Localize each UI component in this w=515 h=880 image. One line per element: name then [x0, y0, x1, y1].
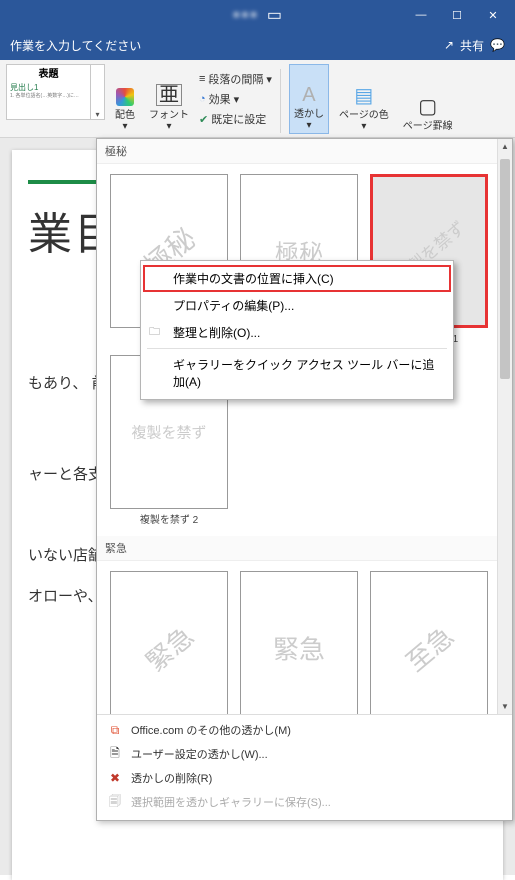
remove-watermark-icon: ✖ — [107, 770, 123, 786]
folder-icon: 🗀 — [149, 323, 165, 339]
tell-me-bar: 作業を入力してください ↗ 共有 💬 — [0, 30, 515, 60]
ctx-insert-label: 作業中の文書の位置に挿入(C) — [173, 272, 334, 286]
colors-button[interactable]: 配色 ▾ — [111, 64, 139, 134]
ctx-add-qat-label: ギャラリーをクイック アクセス ツール バーに追加(A) — [173, 358, 434, 389]
share-icon[interactable]: ↗ — [444, 38, 454, 52]
style-title: 表題 — [10, 68, 87, 82]
comments-icon[interactable]: 💬 — [490, 38, 505, 52]
wm-text: 複製を禁ず — [131, 422, 206, 443]
watermark-item[interactable]: 緊急 緊急 1 — [109, 571, 229, 714]
save-selection-button: 🗐 選択範囲を透かしギャラリーに保存(S)... — [97, 790, 512, 814]
ctx-separator — [147, 348, 447, 349]
wm-text: 緊急 — [273, 630, 325, 667]
ctx-insert-at-position[interactable]: 作業中の文書の位置に挿入(C) — [143, 265, 451, 292]
chevron-down-icon: ▾ — [234, 93, 240, 106]
more-from-office-button[interactable]: ⧉ Office.com のその他の透かし(M) — [97, 718, 512, 742]
paragraph-spacing-icon: ≡ — [199, 73, 205, 85]
page-color-button[interactable]: ▤ ページの色 ▾ — [335, 64, 393, 134]
page-borders-icon: ▢ — [418, 97, 437, 117]
fonts-button[interactable]: 亜 フォント ▾ — [145, 64, 193, 134]
ribbon-separator — [280, 69, 281, 133]
scroll-thumb[interactable] — [500, 159, 510, 379]
minimize-button[interactable]: — — [403, 0, 439, 30]
watermark-icon: A — [302, 85, 315, 105]
gallery-footer: ⧉ Office.com のその他の透かし(M) 🗎 ユーザー設定の透かし(W)… — [97, 714, 512, 820]
chevron-down-icon: ▾ — [166, 121, 171, 132]
watermark-button[interactable]: A 透かし ▾ — [289, 64, 329, 134]
style-heading1: 見出し1 — [10, 82, 87, 93]
remove-watermark-button[interactable]: ✖ 透かしの削除(R) — [97, 766, 512, 790]
palette-icon — [116, 88, 134, 106]
wm-caption: 複製を禁ず 2 — [140, 511, 198, 526]
gallery-grid-2: 緊急 緊急 1 緊急 緊急 2 至急 至急 1 — [97, 561, 512, 714]
effects-label: 効果 — [209, 91, 231, 107]
page-color-icon: ▤ — [354, 86, 373, 106]
style-set-more[interactable]: ▾ — [91, 64, 105, 120]
ribbon-display-options-icon[interactable]: ▭ — [267, 5, 282, 25]
chevron-down-icon: ▾ — [122, 121, 127, 132]
close-button[interactable]: ✕ — [475, 0, 511, 30]
wm-text: 至急 — [397, 617, 461, 679]
ctx-organize-delete[interactable]: 🗀 整理と削除(O)... — [143, 319, 451, 346]
share-label[interactable]: 共有 — [460, 37, 484, 54]
custom-watermark-icon: 🗎 — [107, 746, 123, 762]
watermark-gallery: 極秘 極秘 極秘 複製を禁ず 複製を禁ず 1 複製を禁ず 複製を禁ず 2 緊急 … — [96, 138, 513, 821]
paragraph-spacing-button[interactable]: ≡ 段落の間隔 ▾ — [199, 69, 272, 89]
effects-button[interactable]: ◔ 効果 ▾ — [199, 89, 272, 109]
ctx-edit-props-label: プロパティの編集(P)... — [173, 299, 294, 313]
context-menu: 作業中の文書の位置に挿入(C) プロパティの編集(P)... 🗀 整理と削除(O… — [140, 260, 454, 400]
checkmark-icon: ✔ — [199, 113, 208, 126]
watermark-item[interactable]: 緊急 緊急 2 — [239, 571, 359, 714]
title-bar: ■■■ ▭ — ☐ ✕ — [0, 0, 515, 30]
paragraph-spacing-label: 段落の間隔 — [208, 71, 263, 87]
ctx-organize-label: 整理と削除(O)... — [173, 326, 260, 340]
office-icon: ⧉ — [107, 722, 123, 738]
tell-me-input[interactable]: 作業を入力してください — [10, 37, 141, 54]
gallery-scrollbar[interactable]: ▲ ▼ — [497, 139, 512, 714]
title-blurred: ■■■ — [233, 9, 259, 21]
scroll-down-icon[interactable]: ▼ — [498, 699, 512, 714]
page-borders-button[interactable]: ▢ ページ罫線 — [399, 64, 457, 134]
maximize-button[interactable]: ☐ — [439, 0, 475, 30]
more-office-label: Office.com のその他の透かし(M) — [131, 722, 291, 738]
gallery-section-urgent: 緊急 — [97, 536, 512, 561]
font-icon: 亜 — [156, 84, 182, 106]
set-default-button[interactable]: ✔ 既定に設定 — [199, 109, 272, 129]
wm-text: 緊急 — [137, 617, 201, 679]
page-color-label: ページの色 — [339, 106, 389, 121]
style-set-preview[interactable]: 表題 見出し1 1. 各単位語名(…英数字…)に… — [6, 64, 91, 120]
watermark-item[interactable]: 至急 至急 1 — [369, 571, 489, 714]
ribbon: 表題 見出し1 1. 各単位語名(…英数字…)に… ▾ 配色 ▾ 亜 フォント … — [0, 60, 515, 138]
set-default-label: 既定に設定 — [211, 111, 266, 127]
ctx-edit-properties[interactable]: プロパティの編集(P)... — [143, 292, 451, 319]
save-selection-icon: 🗐 — [107, 794, 123, 810]
page-borders-label: ページ罫線 — [403, 117, 453, 132]
custom-watermark-label: ユーザー設定の透かし(W)... — [131, 746, 268, 762]
watermark-label: 透かし — [294, 105, 324, 120]
fonts-label: フォント — [149, 106, 189, 121]
chevron-down-icon: ▾ — [361, 121, 366, 132]
gallery-section-confidential: 極秘 — [97, 139, 512, 164]
remove-watermark-label: 透かしの削除(R) — [131, 770, 212, 786]
colors-label: 配色 — [115, 106, 135, 121]
scroll-up-icon[interactable]: ▲ — [498, 139, 512, 154]
chevron-down-icon: ▾ — [306, 120, 311, 131]
custom-watermark-button[interactable]: 🗎 ユーザー設定の透かし(W)... — [97, 742, 512, 766]
style-body-sample: 1. 各単位語名(…英数字…)に… — [10, 93, 87, 100]
effects-icon: ◔ — [199, 93, 206, 105]
chevron-down-icon: ▾ — [266, 73, 272, 86]
save-selection-label: 選択範囲を透かしギャラリーに保存(S)... — [131, 794, 331, 810]
ctx-add-to-qat[interactable]: ギャラリーをクイック アクセス ツール バーに追加(A) — [143, 351, 451, 395]
